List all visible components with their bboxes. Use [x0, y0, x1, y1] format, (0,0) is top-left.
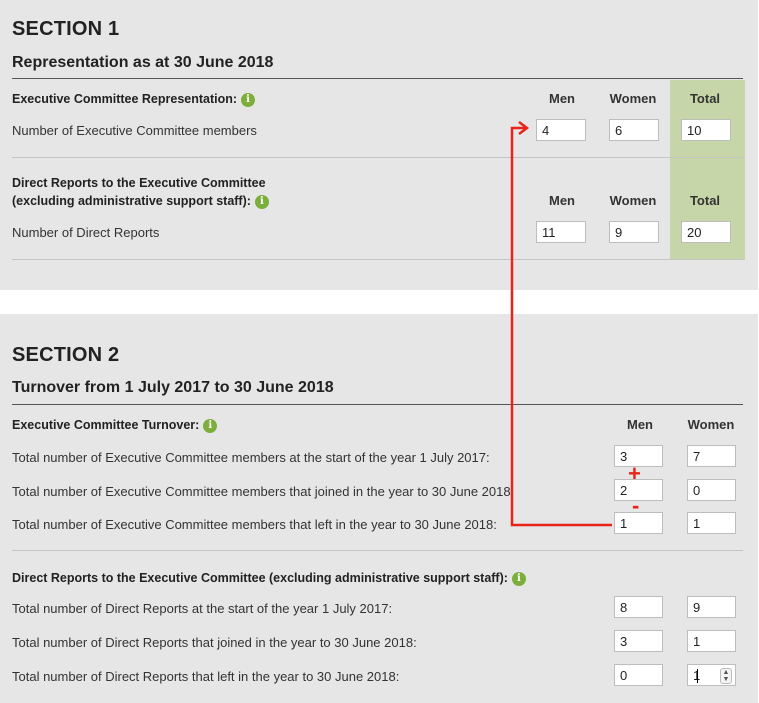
exec-start-women-input[interactable]	[687, 445, 736, 467]
col-men-header: Men	[549, 91, 575, 106]
direct-joined-men-input[interactable]	[614, 630, 663, 652]
exec-members-total-input[interactable]	[681, 119, 731, 141]
exec-left-men-input[interactable]	[614, 512, 663, 534]
spin-up-icon: ▲	[722, 669, 730, 676]
col-men-header: Men	[549, 193, 575, 208]
info-icon[interactable]: i	[254, 194, 269, 209]
direct-rep-label-line2-wrap: (excluding administrative support staff)…	[12, 192, 269, 210]
info-icon[interactable]: i	[241, 92, 256, 107]
section-1-divider	[12, 78, 743, 79]
direct-start-women-input[interactable]	[687, 596, 736, 618]
text-cursor	[697, 669, 698, 683]
section-1-panel	[0, 0, 758, 290]
divider	[12, 259, 743, 260]
col-women-header: Women	[609, 91, 657, 106]
exec-members-women-input[interactable]	[609, 119, 659, 141]
number-spinner[interactable]: ▲ ▼	[720, 668, 732, 684]
direct-reports-label: Number of Direct Reports	[12, 225, 160, 240]
direct-joined-women-input[interactable]	[687, 630, 736, 652]
direct-reports-men-input[interactable]	[536, 221, 586, 243]
exec-start-label: Total number of Executive Committee memb…	[12, 450, 490, 465]
direct-rep-heading: Direct Reports to the Executive Committe…	[12, 174, 269, 210]
exec-rep-label: Executive Committee Representation:	[12, 92, 238, 106]
direct-left-label: Total number of Direct Reports that left…	[12, 669, 400, 684]
section-2-divider	[12, 404, 743, 405]
section-1-heading: SECTION 1	[12, 18, 120, 40]
direct-start-label: Total number of Direct Reports at the st…	[12, 601, 393, 616]
direct-turnover-heading: Direct Reports to the Executive Committe…	[12, 569, 526, 587]
exec-rep-heading: Executive Committee Representation: i	[12, 90, 256, 108]
direct-reports-women-input[interactable]	[609, 221, 659, 243]
divider	[12, 157, 743, 158]
direct-left-men-input[interactable]	[614, 664, 663, 686]
col-men-header: Men	[627, 417, 653, 432]
exec-left-women-input[interactable]	[687, 512, 736, 534]
direct-start-men-input[interactable]	[614, 596, 663, 618]
info-icon[interactable]: i	[203, 418, 218, 433]
exec-members-men-input[interactable]	[536, 119, 586, 141]
direct-turnover-label: Direct Reports to the Executive Committe…	[12, 571, 508, 585]
exec-left-label: Total number of Executive Committee memb…	[12, 517, 497, 532]
exec-start-men-input[interactable]	[614, 445, 663, 467]
section-2-subheading: Turnover from 1 July 2017 to 30 June 201…	[12, 379, 334, 396]
exec-joined-men-input[interactable]	[614, 479, 663, 501]
direct-rep-label-line2: (excluding administrative support staff)…	[12, 194, 251, 208]
col-total-header: Total	[689, 193, 721, 208]
spin-down-icon: ▼	[722, 676, 730, 683]
col-total-header: Total	[689, 91, 721, 106]
info-icon[interactable]: i	[511, 571, 526, 586]
direct-reports-total-input[interactable]	[681, 221, 731, 243]
exec-joined-label: Total number of Executive Committee memb…	[12, 484, 511, 499]
col-women-header: Women	[687, 417, 735, 432]
exec-turnover-label: Executive Committee Turnover:	[12, 418, 200, 432]
exec-joined-women-input[interactable]	[687, 479, 736, 501]
section-1-subheading: Representation as at 30 June 2018	[12, 54, 274, 71]
direct-joined-label: Total number of Direct Reports that join…	[12, 635, 417, 650]
divider	[12, 550, 743, 551]
col-women-header: Women	[609, 193, 657, 208]
direct-rep-label-line1: Direct Reports to the Executive Committe…	[12, 176, 266, 190]
section-2-heading: SECTION 2	[12, 344, 120, 366]
exec-members-label: Number of Executive Committee members	[12, 123, 257, 138]
exec-turnover-heading: Executive Committee Turnover: i	[12, 416, 218, 434]
